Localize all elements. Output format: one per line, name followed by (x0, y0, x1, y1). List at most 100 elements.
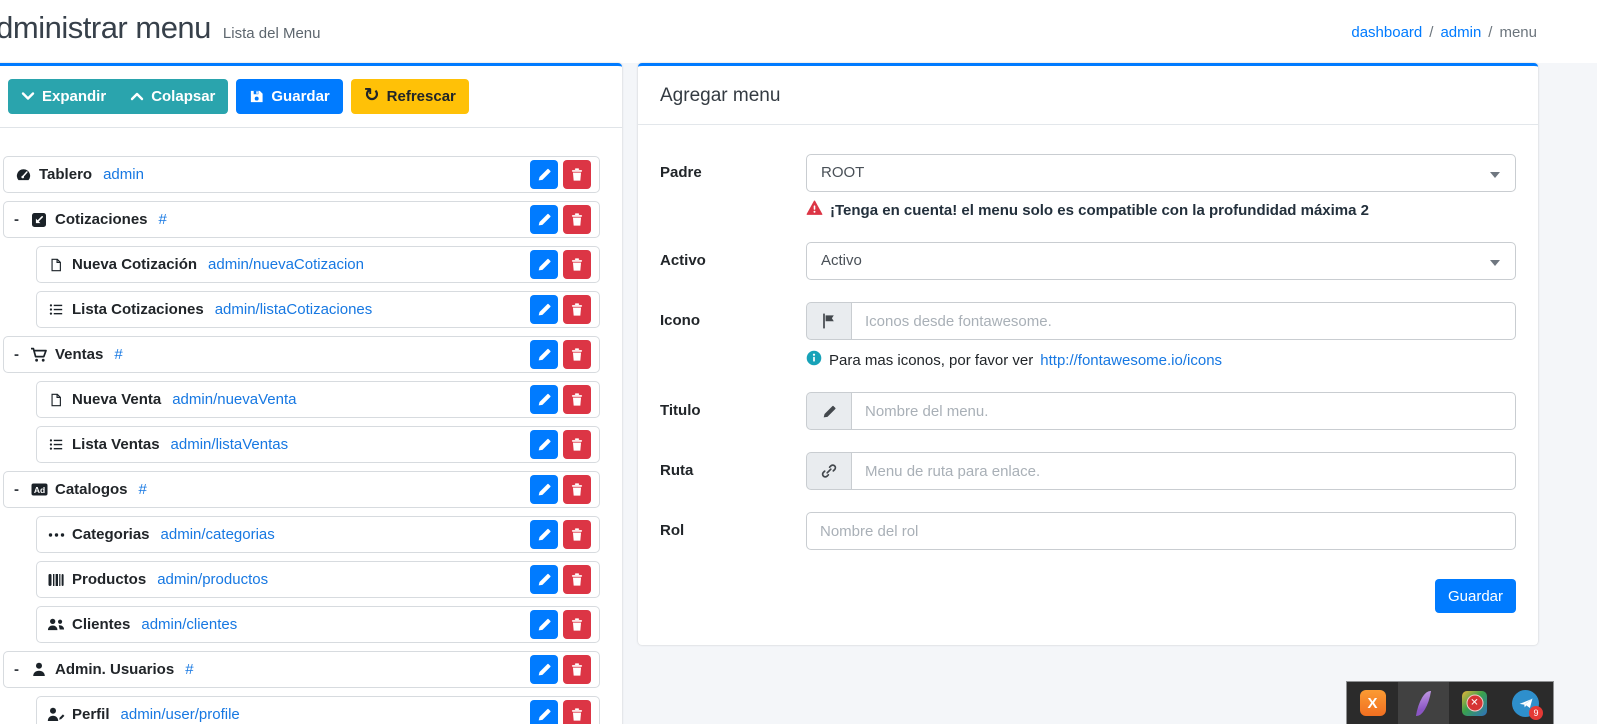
edit-button[interactable] (530, 205, 558, 234)
trash-icon (571, 663, 583, 676)
tree-item-link[interactable]: # (139, 481, 147, 498)
tree-row[interactable]: - Admin. Usuarios # (3, 651, 600, 688)
edit-button[interactable] (530, 295, 558, 324)
titulo-label: Titulo (660, 402, 701, 419)
edit-button[interactable] (530, 430, 558, 459)
fontawesome-link[interactable]: http://fontawesome.io/icons (1040, 352, 1222, 369)
tree-row[interactable]: - Ad Catalogos # (3, 471, 600, 508)
edit-button[interactable] (530, 340, 558, 369)
activo-select[interactable]: Activo (806, 242, 1516, 280)
menu-tree: Tablero admin - Cotizaciones # Nueva Cot… (0, 128, 622, 724)
taskbar-telegram[interactable]: 9 (1500, 682, 1551, 724)
expand-button[interactable]: Expandir (8, 79, 122, 114)
taskbar-feather[interactable] (1398, 682, 1449, 724)
edit-button[interactable] (530, 655, 558, 684)
tree-item-link[interactable]: # (159, 211, 167, 228)
trash-icon (571, 708, 583, 721)
tree-row[interactable]: Nueva Cotización admin/nuevaCotizacion (36, 246, 600, 283)
breadcrumb-admin[interactable]: admin (1440, 24, 1481, 41)
tree-item-link[interactable]: # (185, 661, 193, 678)
tree-item-link[interactable]: # (114, 346, 122, 363)
tree-item-title: Admin. Usuarios (55, 661, 175, 678)
delete-button[interactable] (563, 565, 591, 594)
tree-row[interactable]: Tablero admin (3, 156, 600, 193)
tree-item-link[interactable]: admin/nuevaCotizacion (208, 256, 364, 273)
trash-icon (571, 303, 583, 316)
collapse-toggle[interactable]: - (14, 661, 30, 678)
delete-button[interactable] (563, 250, 591, 279)
tree-row[interactable]: - Cotizaciones # (3, 201, 600, 238)
tree-row[interactable]: Lista Ventas admin/listaVentas (36, 426, 600, 463)
collapse-button[interactable]: Colapsar (121, 79, 229, 114)
tree-row[interactable]: Categorias admin/categorias (36, 516, 600, 553)
padre-select[interactable]: ROOT (806, 154, 1516, 192)
pencil-icon (538, 573, 551, 586)
delete-button[interactable] (563, 205, 591, 234)
edit-button[interactable] (530, 700, 558, 724)
breadcrumb-dashboard[interactable]: dashboard (1351, 24, 1422, 41)
edit-button[interactable] (530, 610, 558, 639)
edit-button[interactable] (530, 160, 558, 189)
titulo-input[interactable] (851, 392, 1516, 430)
chevron-up-icon (130, 90, 144, 103)
taskbar-xampp[interactable]: X (1347, 682, 1398, 724)
os-taskbar: X ✕ 9 (1346, 681, 1554, 724)
tree-item-link[interactable]: admin/listaVentas (171, 436, 289, 453)
delete-button[interactable] (563, 385, 591, 414)
square-arrow-icon (30, 211, 48, 228)
edit-button[interactable] (530, 385, 558, 414)
user-icon (30, 661, 48, 678)
collapse-toggle[interactable]: - (14, 211, 30, 228)
edit-button[interactable] (530, 475, 558, 504)
rol-input[interactable] (806, 512, 1516, 550)
taskbar-error-app[interactable]: ✕ (1449, 682, 1500, 724)
notification-badge: 9 (1529, 705, 1543, 720)
tree-item-link[interactable]: admin/listaCotizaciones (215, 301, 373, 318)
delete-button[interactable] (563, 610, 591, 639)
pencil-icon (538, 168, 551, 181)
padre-warning-text: ¡Tenga en cuenta! el menu solo es compat… (830, 201, 1369, 219)
pencil-icon (538, 438, 551, 451)
tree-item-title: Perfil (72, 706, 110, 723)
delete-button[interactable] (563, 430, 591, 459)
edit-button[interactable] (530, 520, 558, 549)
tree-item-title: Catalogos (55, 481, 128, 498)
tree-row[interactable]: Clientes admin/clientes (36, 606, 600, 643)
tree-item-title: Productos (72, 571, 147, 588)
form-save-button[interactable]: Guardar (1434, 579, 1516, 613)
tree-item-link[interactable]: admin/productos (157, 571, 268, 588)
edit-button[interactable] (530, 250, 558, 279)
ruta-input[interactable] (851, 452, 1516, 490)
telegram-icon: 9 (1512, 689, 1543, 720)
tree-row[interactable]: - Ventas # (3, 336, 600, 373)
trash-icon (571, 348, 583, 361)
collapse-toggle[interactable]: - (14, 346, 30, 363)
tree-row[interactable]: Productos admin/productos (36, 561, 600, 598)
tree-save-button[interactable]: Guardar (236, 79, 343, 114)
tree-item-link[interactable]: admin (103, 166, 144, 183)
delete-button[interactable] (563, 475, 591, 504)
tree-item-link[interactable]: admin/nuevaVenta (172, 391, 296, 408)
delete-button[interactable] (563, 700, 591, 724)
tree-toolbar: Expandir Colapsar Guardar ↻ Refrescar (0, 66, 622, 128)
tree-row[interactable]: Lista Cotizaciones admin/listaCotizacion… (36, 291, 600, 328)
edit-button[interactable] (530, 565, 558, 594)
refresh-button[interactable]: ↻ Refrescar (350, 79, 469, 114)
tree-item-link[interactable]: admin/clientes (141, 616, 237, 633)
collapse-toggle[interactable]: - (14, 481, 30, 498)
trash-icon (571, 528, 583, 541)
icono-input[interactable] (851, 302, 1516, 340)
error-x-icon: ✕ (1466, 694, 1483, 712)
delete-button[interactable] (563, 295, 591, 324)
tree-row[interactable]: Perfil admin/user/profile (36, 696, 600, 724)
tree-row[interactable]: Nueva Venta admin/nuevaVenta (36, 381, 600, 418)
tree-item-link[interactable]: admin/categorias (161, 526, 275, 543)
tree-item-title: Nueva Venta (72, 391, 162, 408)
tree-item-link[interactable]: admin/user/profile (121, 706, 240, 723)
delete-button[interactable] (563, 340, 591, 369)
chevron-down-icon (21, 90, 35, 103)
delete-button[interactable] (563, 655, 591, 684)
delete-button[interactable] (563, 160, 591, 189)
info-icon (806, 350, 822, 370)
delete-button[interactable] (563, 520, 591, 549)
